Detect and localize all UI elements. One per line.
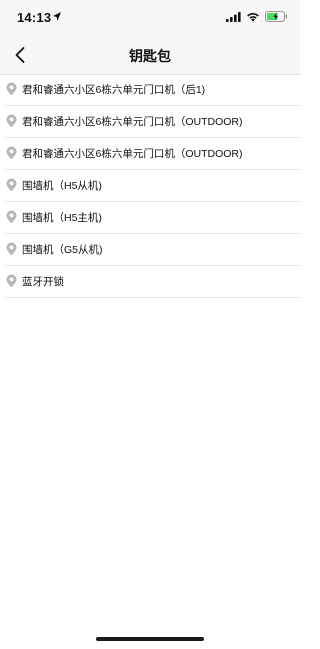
status-icons (226, 11, 288, 22)
key-list-item[interactable]: 蓝牙开锁 (6, 266, 300, 298)
location-pin-icon (6, 114, 17, 128)
key-label: 围墙机（H5主机) (22, 212, 102, 224)
location-pin-icon (6, 82, 17, 96)
key-list-item[interactable]: 围墙机（G5从机) (6, 234, 300, 266)
location-pin-icon (6, 274, 17, 288)
key-list-item[interactable]: 围墙机（H5主机) (6, 202, 300, 234)
key-list: 君和睿通六小区6栋六单元门口机（后1) 君和睿通六小区6栋六单元门口机（OUTD… (0, 74, 300, 298)
location-arrow-icon (53, 12, 61, 21)
home-indicator[interactable] (96, 637, 204, 641)
location-pin-icon (6, 146, 17, 160)
cellular-signal-icon (226, 11, 241, 22)
key-list-item[interactable]: 君和睿通六小区6栋六单元门口机（OUTDOOR) (6, 138, 300, 170)
status-time: 14:13 (17, 10, 52, 25)
location-pin-icon (6, 242, 17, 256)
page-title: 钥匙包 (129, 48, 171, 64)
key-label: 蓝牙开锁 (22, 276, 64, 288)
key-label: 君和睿通六小区6栋六单元门口机（后1) (22, 84, 206, 96)
key-label: 围墙机（H5从机) (22, 180, 102, 192)
key-list-item[interactable]: 君和睿通六小区6栋六单元门口机（OUTDOOR) (6, 106, 300, 138)
status-bar: 14:13 (0, 0, 300, 36)
key-list-item[interactable]: 君和睿通六小区6栋六单元门口机（后1) (6, 74, 300, 106)
key-label: 围墙机（G5从机) (22, 244, 103, 256)
location-pin-icon (6, 178, 17, 192)
battery-charging-icon (265, 11, 288, 22)
location-pin-icon (6, 210, 17, 224)
navigation-bar: 钥匙包 (0, 36, 300, 75)
key-label: 君和睿通六小区6栋六单元门口机（OUTDOOR) (22, 116, 243, 128)
key-list-item[interactable]: 围墙机（H5从机) (6, 170, 300, 202)
key-label: 君和睿通六小区6栋六单元门口机（OUTDOOR) (22, 148, 243, 160)
wifi-icon (247, 12, 259, 22)
